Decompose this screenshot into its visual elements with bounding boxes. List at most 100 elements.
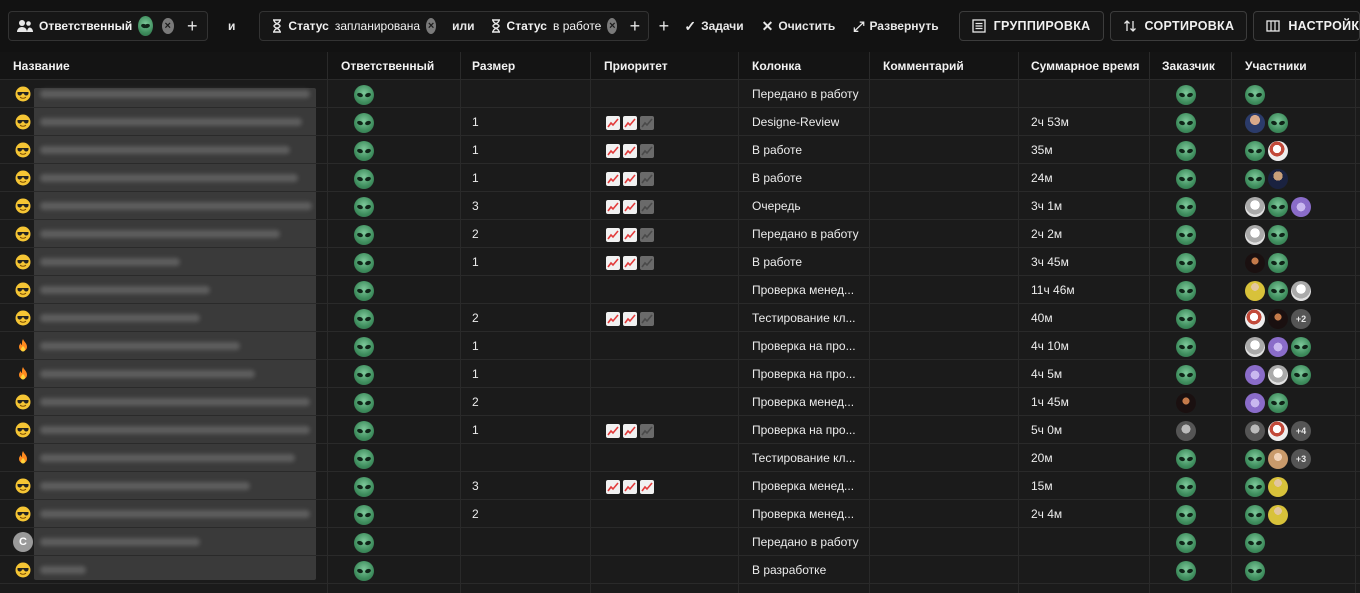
priority-cell[interactable]	[606, 248, 657, 276]
column-header-members[interactable]: Участники	[1245, 52, 1307, 80]
customer-cell[interactable]	[1176, 304, 1199, 332]
table-row[interactable]: 1 Designe-Review 2ч 53м	[0, 108, 1360, 136]
customer-cell[interactable]	[1176, 220, 1199, 248]
table-row[interactable]: Передано в работу	[0, 80, 1360, 108]
members-cell[interactable]	[1245, 360, 1314, 388]
task-name[interactable]	[40, 192, 312, 220]
priority-cell[interactable]	[606, 192, 657, 220]
more-members-badge[interactable]: +2	[1291, 308, 1311, 329]
members-cell[interactable]	[1245, 136, 1291, 164]
board-column-cell[interactable]: В работе	[752, 164, 802, 192]
task-name[interactable]	[40, 220, 280, 248]
task-name[interactable]	[40, 472, 250, 500]
table-row[interactable]: 1 Проверка на про... 4ч 10м	[0, 332, 1360, 360]
assignee-cell[interactable]	[354, 80, 377, 108]
assignee-filter-chip[interactable]: Ответственный × +	[8, 11, 208, 41]
board-column-cell[interactable]: Проверка на про...	[752, 416, 856, 444]
assignee-cell[interactable]	[354, 248, 377, 276]
table-row[interactable]: 2 Проверка менед... 1ч 45м	[0, 388, 1360, 416]
size-cell[interactable]: 1	[472, 164, 479, 192]
size-cell[interactable]: 1	[472, 136, 479, 164]
board-column-cell[interactable]: Проверка на про...	[752, 332, 856, 360]
more-members-badge[interactable]: +3	[1291, 448, 1311, 469]
assignee-cell[interactable]	[354, 332, 377, 360]
size-cell[interactable]: 1	[472, 332, 479, 360]
board-column-cell[interactable]: Проверка на про...	[752, 360, 856, 388]
remove-status-1-icon[interactable]: ×	[426, 18, 437, 34]
column-header-priority[interactable]: Приоритет	[604, 52, 668, 80]
task-name[interactable]	[40, 388, 310, 416]
size-cell[interactable]: 2	[472, 220, 479, 248]
customer-cell[interactable]	[1176, 360, 1199, 388]
board-column-cell[interactable]: Designe-Review	[752, 108, 839, 136]
table-row[interactable]: C Передано в работу	[0, 528, 1360, 556]
remove-filter-icon[interactable]: ×	[161, 18, 174, 34]
assignee-cell[interactable]	[354, 360, 377, 388]
assignee-cell[interactable]	[354, 276, 377, 304]
priority-cell[interactable]	[606, 164, 657, 192]
assignee-cell[interactable]	[354, 304, 377, 332]
task-name[interactable]	[40, 416, 310, 444]
assignee-cell[interactable]	[354, 108, 377, 136]
add-filter-icon[interactable]: +	[655, 14, 672, 38]
priority-cell[interactable]	[606, 472, 657, 500]
size-cell[interactable]: 3	[472, 472, 479, 500]
members-cell[interactable]	[1245, 332, 1314, 360]
members-cell[interactable]: +2	[1245, 304, 1314, 332]
customer-cell[interactable]	[1176, 108, 1199, 136]
size-cell[interactable]: 2	[472, 500, 479, 528]
task-name[interactable]	[40, 108, 302, 136]
size-cell[interactable]: 3	[472, 192, 479, 220]
column-header-customer[interactable]: Заказчик	[1162, 52, 1215, 80]
board-column-cell[interactable]: Проверка менед...	[752, 500, 854, 528]
remove-status-2-icon[interactable]: ×	[607, 18, 618, 34]
size-cell[interactable]: 1	[472, 108, 479, 136]
size-cell[interactable]: 2	[472, 304, 479, 332]
board-column-cell[interactable]: Передано в работу	[752, 220, 859, 248]
board-column-cell[interactable]: Тестирование кл...	[752, 444, 856, 472]
members-cell[interactable]	[1245, 556, 1268, 584]
customer-cell[interactable]	[1176, 192, 1199, 220]
table-row[interactable]: 2 Проверка менед... 2ч 4м	[0, 500, 1360, 528]
column-header-comment[interactable]: Комментарий	[883, 52, 964, 80]
sorting-button[interactable]: СОРТИРОВКА	[1109, 11, 1248, 41]
size-cell[interactable]: 1	[472, 416, 479, 444]
members-cell[interactable]	[1245, 472, 1291, 500]
table-row[interactable]: 3 Проверка менед... 15м	[0, 472, 1360, 500]
assignee-cell[interactable]	[354, 472, 377, 500]
column-header-name[interactable]: Название	[13, 52, 70, 80]
table-row[interactable]: Тестирование кл... 20м +3	[0, 444, 1360, 472]
add-status-icon[interactable]: +	[627, 14, 642, 38]
table-row[interactable]: 1 В работе 24м	[0, 164, 1360, 192]
assignee-cell[interactable]	[354, 556, 377, 584]
assignee-cell[interactable]	[354, 500, 377, 528]
customer-cell[interactable]	[1176, 276, 1199, 304]
table-row[interactable]: 1 В работе 35м	[0, 136, 1360, 164]
board-column-cell[interactable]: В разработке	[752, 556, 826, 584]
members-cell[interactable]	[1245, 388, 1291, 416]
assignee-cell[interactable]	[354, 136, 377, 164]
members-cell[interactable]	[1245, 500, 1291, 528]
assignee-cell[interactable]	[354, 220, 377, 248]
board-column-cell[interactable]: В работе	[752, 248, 802, 276]
task-name[interactable]	[40, 276, 210, 304]
size-cell[interactable]: 1	[472, 248, 479, 276]
members-cell[interactable]: +4	[1245, 416, 1314, 444]
task-name[interactable]	[40, 556, 86, 584]
customer-cell[interactable]	[1176, 136, 1199, 164]
priority-cell[interactable]	[606, 108, 657, 136]
customer-cell[interactable]	[1176, 164, 1199, 192]
clear-button[interactable]: ✕ Очистить	[762, 18, 836, 35]
assignee-cell[interactable]	[354, 528, 377, 556]
task-name[interactable]	[40, 80, 310, 108]
task-name[interactable]	[40, 304, 200, 332]
expand-button[interactable]: ⤢ Развернуть	[853, 18, 938, 35]
task-name[interactable]	[40, 164, 298, 192]
size-cell[interactable]: 1	[472, 360, 479, 388]
table-row[interactable]: 1 Проверка на про... 4ч 5м	[0, 360, 1360, 388]
priority-cell[interactable]	[606, 304, 657, 332]
customer-cell[interactable]	[1176, 472, 1199, 500]
assignee-cell[interactable]	[354, 164, 377, 192]
size-cell[interactable]: 2	[472, 388, 479, 416]
table-row[interactable]: 3 Очередь 3ч 1м	[0, 192, 1360, 220]
